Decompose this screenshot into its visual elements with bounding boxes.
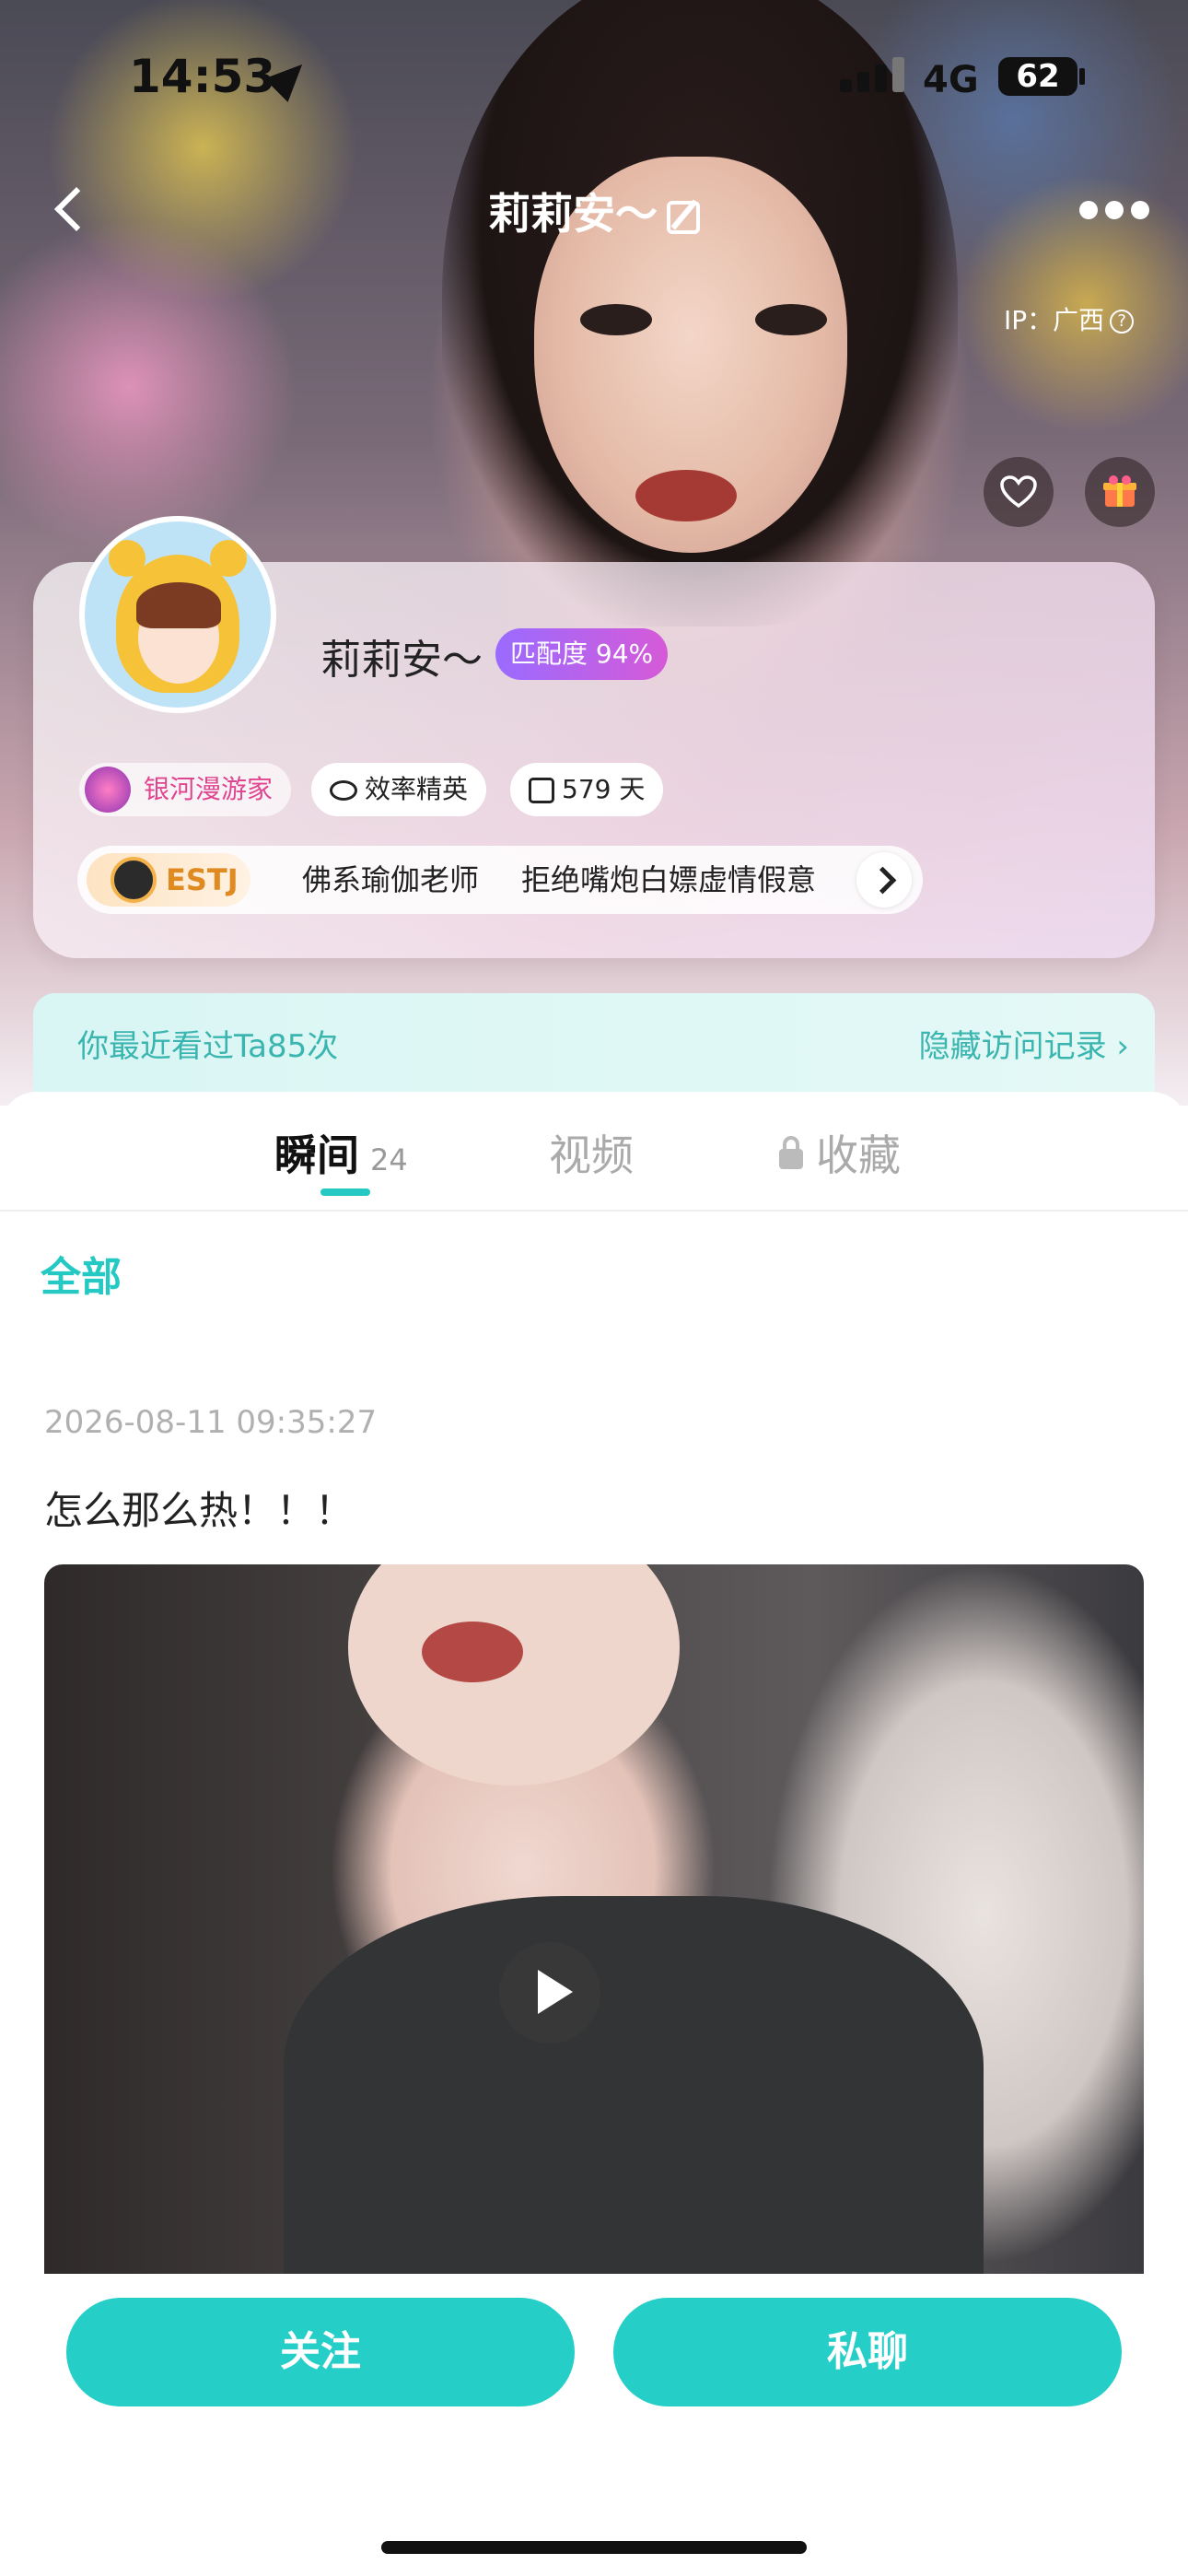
post-timestamp: 2026-08-11 09:35:27 [44, 1404, 378, 1441]
efficiency-label: 效率精英 [365, 774, 469, 804]
content-tabs: 瞬间 24 视频 收藏 [0, 1122, 1188, 1205]
galaxy-icon [85, 767, 131, 813]
planet-icon [330, 780, 357, 801]
thumb-face [348, 1564, 680, 1786]
gift-icon [1103, 475, 1136, 507]
status-time: 14:53 [129, 50, 276, 103]
tab-favorites[interactable]: 收藏 [779, 1122, 901, 1183]
cellular-signal-icon [840, 55, 906, 92]
back-button[interactable] [44, 181, 99, 245]
gift-button[interactable] [1085, 457, 1155, 527]
days-badge[interactable]: 579 天 [510, 763, 664, 816]
tabs-divider [0, 1210, 1188, 1212]
mbti-label: ESTJ [166, 862, 239, 897]
post-video-thumbnail[interactable] [44, 1564, 1144, 2274]
tab-moments[interactable]: 瞬间 24 [274, 1122, 408, 1183]
tag-item[interactable]: 拒绝嘴炮白嫖虚情假意 [521, 846, 816, 914]
chevron-right-icon[interactable] [856, 852, 912, 907]
heart-icon [1000, 475, 1037, 509]
galaxy-label: 银河漫游家 [144, 774, 274, 804]
nav-title-text: 莉莉安～ [488, 189, 658, 239]
visit-count-text: 你最近看过Ta85次 [77, 1028, 339, 1065]
cover-eye-right [755, 304, 827, 335]
tab-moments-label: 瞬间 [274, 1130, 359, 1180]
days-label: 579 天 [562, 774, 646, 804]
calendar-icon [529, 778, 554, 803]
avatar-hair [136, 582, 221, 628]
thumb-lips [422, 1622, 523, 1682]
visit-record-bar: 你最近看过Ta85次 隐藏访问记录 › [33, 993, 1155, 1095]
match-badge[interactable]: 匹配度 94% [495, 628, 669, 680]
like-button[interactable] [984, 457, 1054, 527]
network-type: 4G [923, 59, 979, 101]
private-chat-button[interactable]: 私聊 [613, 2298, 1122, 2406]
follow-button[interactable]: 关注 [66, 2298, 575, 2406]
tab-moments-count: 24 [370, 1142, 408, 1177]
tab-video[interactable]: 视频 [549, 1122, 634, 1183]
avatar[interactable] [79, 516, 276, 713]
astronaut-icon [111, 857, 157, 903]
galaxy-badge[interactable]: 银河漫游家 [79, 763, 292, 816]
battery-icon: 62 [998, 57, 1077, 96]
ip-location: IP：广西? [1004, 300, 1135, 337]
battery-tip [1079, 68, 1085, 85]
ip-location-text: IP：广西 [1004, 305, 1105, 335]
thumb-dress [284, 1896, 984, 2274]
nav-title: 莉莉安～ [387, 181, 801, 241]
post-text: 怎么那么热！！！ [44, 1488, 355, 1533]
more-options-button[interactable] [1079, 199, 1149, 223]
edit-note-icon[interactable] [667, 200, 700, 234]
help-icon[interactable]: ? [1110, 310, 1135, 334]
active-tab-indicator [320, 1188, 370, 1196]
lock-icon [779, 1135, 803, 1169]
tab-video-label: 视频 [549, 1130, 634, 1180]
cover-lips [635, 470, 737, 521]
status-bar: 14:53 4G 62 [0, 46, 1188, 111]
efficiency-badge[interactable]: 效率精英 [311, 763, 487, 816]
home-indicator[interactable] [381, 2541, 807, 2554]
profile-name: 莉莉安～ [320, 637, 483, 684]
battery-level: 62 [1016, 58, 1060, 95]
tab-favorites-label: 收藏 [816, 1130, 901, 1180]
cover-eye-left [580, 304, 652, 335]
hide-visit-record-link[interactable]: 隐藏访问记录 › [919, 1021, 1129, 1066]
tag-row[interactable]: ESTJ 佛系瑜伽老师 拒绝嘴炮白嫖虚情假意 [77, 846, 923, 914]
filter-all[interactable]: 全部 [41, 1244, 122, 1303]
play-icon[interactable] [499, 1942, 600, 2043]
tag-item[interactable]: 佛系瑜伽老师 [302, 846, 479, 914]
mbti-tag[interactable]: ESTJ [87, 853, 250, 907]
